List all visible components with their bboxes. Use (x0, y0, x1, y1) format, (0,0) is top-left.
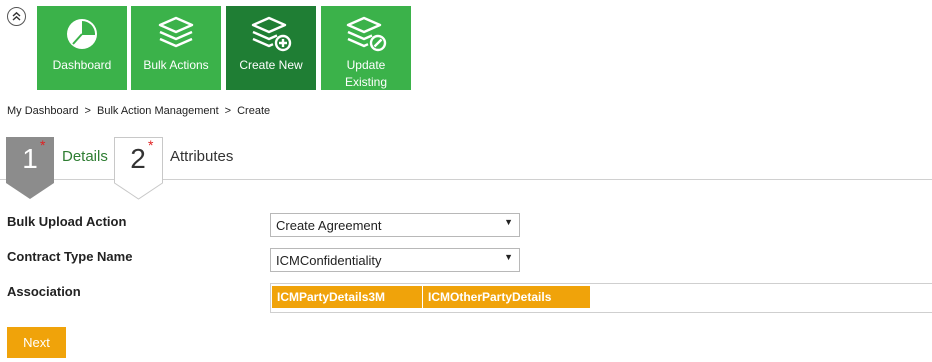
contract-type-name-value: ICMConfidentiality (276, 253, 382, 268)
step-2-badge[interactable]: 2 * (114, 137, 164, 201)
association-tag[interactable]: ICMPartyDetails3M (272, 286, 422, 308)
double-chevron-up-icon (12, 11, 21, 21)
dashboard-tile-label: Dashboard (52, 58, 112, 72)
breadcrumb-my-dashboard[interactable]: My Dashboard (7, 105, 79, 117)
step-1-required-mark: * (40, 137, 46, 153)
step-2-required-mark: * (148, 137, 154, 153)
pie-chart-icon (65, 15, 99, 53)
layers-add-icon (249, 15, 293, 53)
create-new-tile[interactable]: Create New (226, 6, 316, 90)
bulk-upload-action-select[interactable]: Create Agreement ▼ (270, 213, 520, 237)
contract-type-name-label: Contract Type Name (7, 249, 133, 264)
association-label: Association (7, 284, 81, 299)
bulk-actions-tile[interactable]: Bulk Actions (131, 6, 221, 90)
layers-icon (156, 15, 196, 53)
update-existing-tile[interactable]: Update Existing (321, 6, 411, 90)
bulk-upload-action-label: Bulk Upload Action (7, 214, 127, 229)
update-existing-tile-label: Update Existing (344, 58, 388, 89)
association-field[interactable]: ICMPartyDetails3M ICMOtherPartyDetails (270, 283, 932, 313)
breadcrumb-create: Create (237, 105, 271, 117)
bulk-actions-tile-label: Bulk Actions (143, 58, 209, 72)
dashboard-tile[interactable]: Dashboard (37, 6, 127, 90)
create-new-tile-label: Create New (239, 58, 303, 72)
breadcrumb-bulk-action-management[interactable]: Bulk Action Management (97, 105, 219, 117)
breadcrumb-separator: > (224, 105, 232, 117)
step-1-label[interactable]: Details (62, 148, 108, 165)
breadcrumb: My Dashboard > Bulk Action Management > … (7, 105, 270, 117)
next-button[interactable]: Next (7, 327, 66, 358)
association-tag[interactable]: ICMOtherPartyDetails (423, 286, 590, 308)
step-1-number: 1 (22, 143, 38, 174)
layers-edit-icon (344, 15, 388, 53)
collapse-toolbar-button[interactable] (7, 7, 26, 26)
bulk-upload-action-value: Create Agreement (276, 218, 382, 233)
step-1-badge[interactable]: 1 * (6, 137, 56, 201)
dropdown-caret-icon: ▼ (504, 252, 513, 262)
step-2-number: 2 (130, 143, 146, 174)
step-2-label[interactable]: Attributes (170, 148, 233, 165)
contract-type-name-select[interactable]: ICMConfidentiality ▼ (270, 248, 520, 272)
dropdown-caret-icon: ▼ (504, 217, 513, 227)
breadcrumb-separator: > (84, 105, 91, 117)
